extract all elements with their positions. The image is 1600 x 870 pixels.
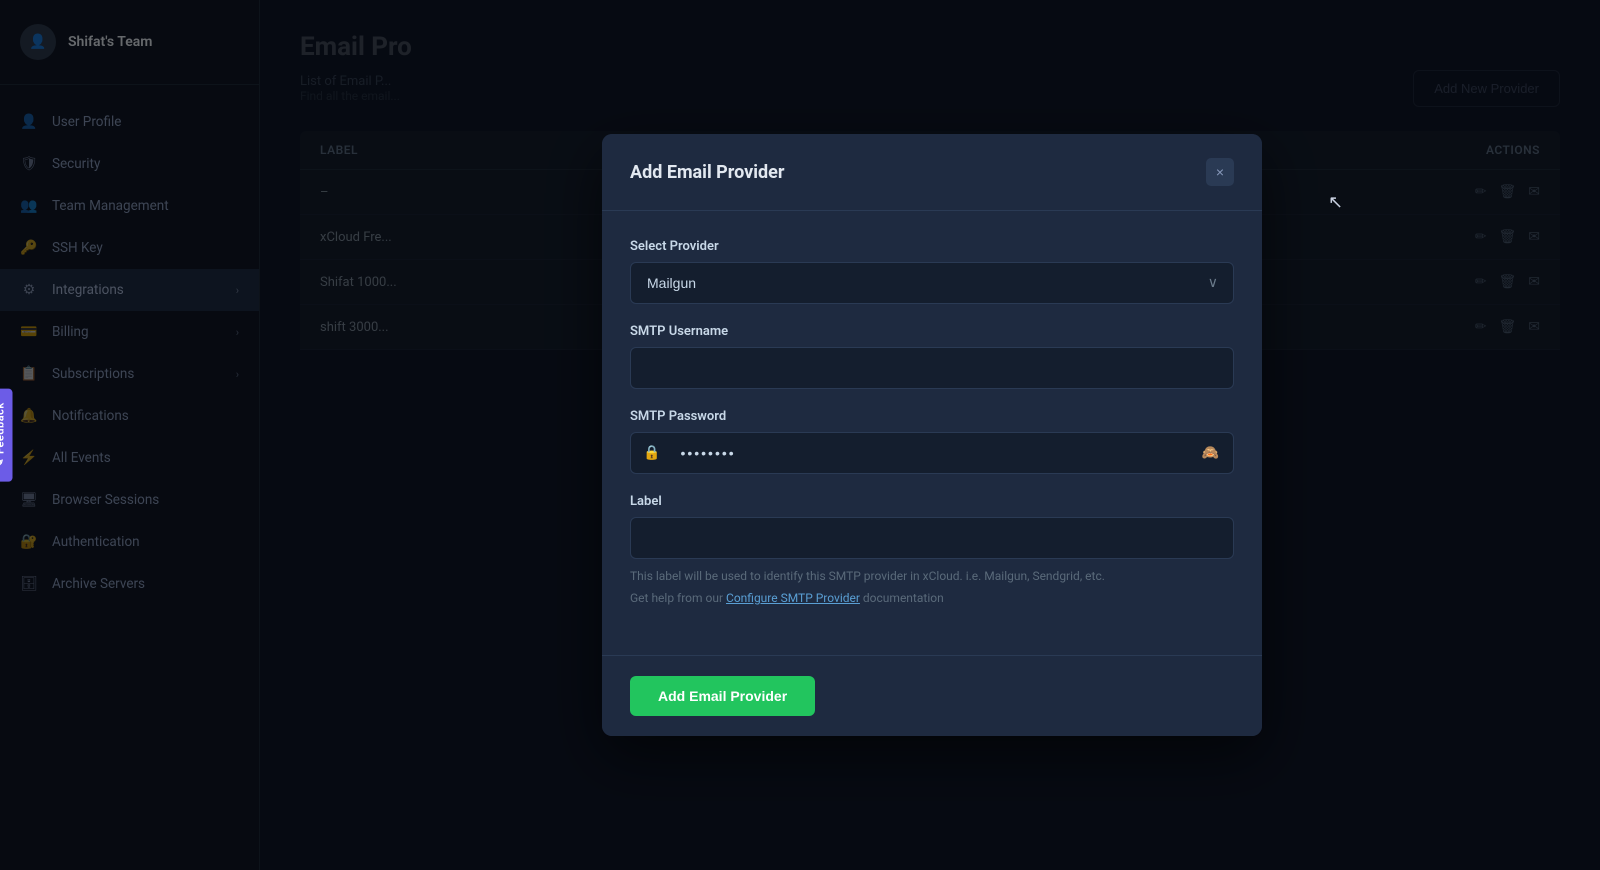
smtp-username-input[interactable] [630,347,1234,389]
provider-select[interactable]: Mailgun Sendgrid SMTP Postmark [630,262,1234,304]
smtp-username-group: SMTP Username [630,324,1234,389]
eye-off-icon[interactable]: 🙈 [1188,445,1233,461]
label-input[interactable] [630,517,1234,559]
smtp-password-input[interactable] [672,433,1187,473]
select-provider-group: Select Provider Mailgun Sendgrid SMTP Po… [630,239,1234,304]
smtp-username-label: SMTP Username [630,324,1234,339]
add-email-provider-modal: Add Email Provider × Select Provider Mai… [602,134,1262,736]
modal-header: Add Email Provider × [602,134,1262,211]
configure-smtp-link[interactable]: Configure SMTP Provider [726,591,860,605]
password-input-wrapper: 🔒 🙈 [630,432,1234,474]
feedback-label: ✎ Feedback [0,402,7,467]
label-field-label: Label [630,494,1234,509]
label-hint: This label will be used to identify this… [630,567,1234,585]
modal-body: Select Provider Mailgun Sendgrid SMTP Po… [602,211,1262,655]
lock-icon: 🔒 [631,445,672,461]
smtp-password-label: SMTP Password [630,409,1234,424]
modal-title: Add Email Provider [630,162,784,183]
select-provider-label: Select Provider [630,239,1234,254]
label-group: Label This label will be used to identif… [630,494,1234,607]
add-email-provider-button[interactable]: Add Email Provider [630,676,815,716]
smtp-password-group: SMTP Password 🔒 🙈 [630,409,1234,474]
smtp-docs-hint: Get help from our Configure SMTP Provide… [630,589,1234,607]
provider-select-wrapper: Mailgun Sendgrid SMTP Postmark [630,262,1234,304]
close-modal-button[interactable]: × [1206,158,1234,186]
feedback-tab[interactable]: ✎ Feedback [0,388,13,481]
modal-footer: Add Email Provider [602,655,1262,736]
